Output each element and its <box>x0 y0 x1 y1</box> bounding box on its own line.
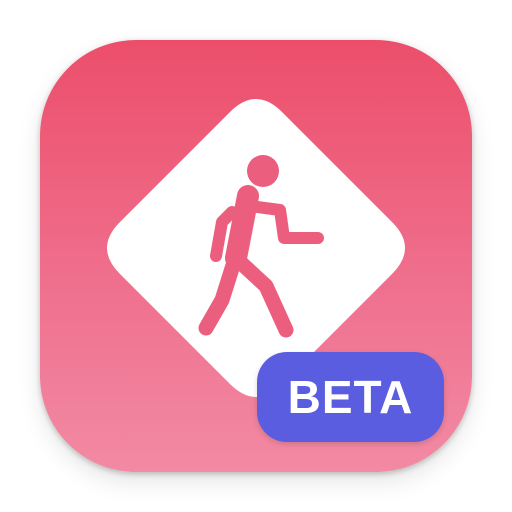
beta-badge-label: BETA <box>287 371 414 423</box>
icon-canvas: BETA <box>0 0 512 512</box>
beta-badge: BETA <box>257 352 444 442</box>
pedestrian-crossing-sign-icon <box>107 99 405 397</box>
